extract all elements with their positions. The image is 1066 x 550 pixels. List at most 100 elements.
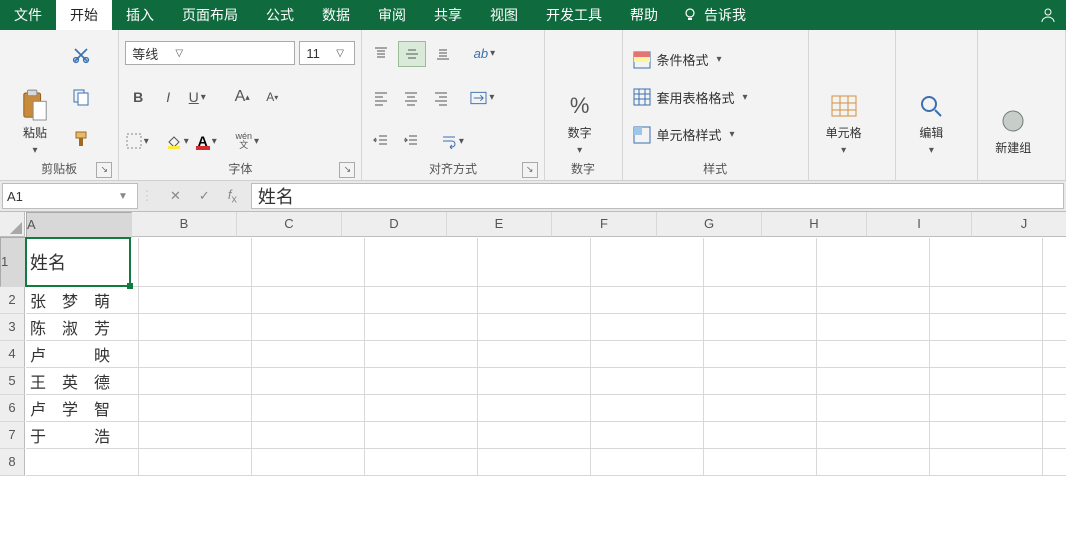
edit-button[interactable]: 编辑 ▾ (902, 34, 960, 160)
cell[interactable] (591, 395, 704, 422)
name-box[interactable]: A1 ▼ (2, 183, 138, 209)
cell[interactable] (704, 341, 817, 368)
cell[interactable] (365, 314, 478, 341)
merge-button[interactable]: ▾ (470, 86, 496, 110)
cell[interactable] (365, 368, 478, 395)
row-header[interactable]: 4 (0, 341, 25, 368)
cell[interactable] (478, 449, 591, 476)
cell[interactable] (139, 395, 252, 422)
cell[interactable] (591, 422, 704, 449)
col-header[interactable]: D (342, 212, 447, 237)
cell[interactable] (1043, 395, 1066, 422)
col-header[interactable]: J (972, 212, 1066, 237)
cells-area[interactable]: 姓名张 梦 萌陈 淑 芳卢 映王 英 德卢 学 智于 浩 (26, 238, 1066, 476)
cell[interactable] (704, 395, 817, 422)
row-header[interactable]: 5 (0, 368, 25, 395)
tab-layout[interactable]: 页面布局 (168, 0, 252, 30)
cell[interactable] (930, 422, 1043, 449)
cell-styles-button[interactable]: 单元格样式▾ (629, 123, 802, 147)
cell[interactable] (252, 238, 365, 287)
cell[interactable] (478, 238, 591, 287)
tab-formula[interactable]: 公式 (252, 0, 308, 30)
cell[interactable] (478, 341, 591, 368)
align-bottom-button[interactable] (430, 42, 456, 66)
tell-me[interactable]: 告诉我 (672, 0, 756, 30)
cell[interactable] (365, 238, 478, 287)
paste-button[interactable]: 粘贴 ▾ (6, 34, 64, 160)
tab-insert[interactable]: 插入 (112, 0, 168, 30)
tab-help[interactable]: 帮助 (616, 0, 672, 30)
cell[interactable] (704, 287, 817, 314)
dialog-launcher-icon[interactable]: ↘ (96, 162, 112, 178)
orientation-button[interactable]: ab▾ (472, 42, 498, 66)
cell[interactable] (1043, 341, 1066, 368)
number-format-button[interactable]: % 数字 ▾ (551, 34, 609, 160)
cell[interactable] (365, 449, 478, 476)
tab-file[interactable]: 文件 (0, 0, 56, 30)
cell[interactable] (704, 314, 817, 341)
tab-view[interactable]: 视图 (476, 0, 532, 30)
font-color-button[interactable]: A▾ (195, 129, 221, 153)
cell[interactable] (817, 341, 930, 368)
cell[interactable] (1043, 238, 1066, 287)
table-format-button[interactable]: 套用表格格式▾ (629, 85, 802, 109)
cell[interactable]: 张 梦 萌 (26, 287, 139, 314)
cell[interactable] (591, 368, 704, 395)
cell[interactable] (139, 287, 252, 314)
cell[interactable] (817, 314, 930, 341)
cell[interactable] (252, 449, 365, 476)
cell[interactable] (252, 314, 365, 341)
format-painter-button[interactable] (68, 127, 94, 151)
accept-icon[interactable]: ✓ (199, 188, 210, 204)
col-header[interactable]: H (762, 212, 867, 237)
cancel-icon[interactable]: ✕ (170, 188, 181, 204)
row-header[interactable]: 3 (0, 314, 25, 341)
cell[interactable] (139, 449, 252, 476)
cell[interactable] (591, 314, 704, 341)
cell[interactable]: 陈 淑 芳 (26, 314, 139, 341)
row-header[interactable]: 1 (0, 237, 26, 287)
col-header[interactable]: C (237, 212, 342, 237)
increase-indent-button[interactable] (398, 129, 424, 153)
cell[interactable] (478, 395, 591, 422)
wrap-text-button[interactable]: ▾ (440, 129, 466, 153)
cell[interactable] (1043, 314, 1066, 341)
decrease-indent-button[interactable] (368, 129, 394, 153)
col-header[interactable]: B (132, 212, 237, 237)
col-header[interactable]: I (867, 212, 972, 237)
cell[interactable] (930, 238, 1043, 287)
cell[interactable]: 姓名 (26, 238, 139, 287)
shrink-font-button[interactable]: A▾ (259, 85, 285, 109)
fx-icon[interactable]: fx (228, 187, 237, 206)
font-size-select[interactable]: 11▽ (299, 41, 355, 65)
cell[interactable]: 于 浩 (26, 422, 139, 449)
cell[interactable] (930, 368, 1043, 395)
cell[interactable] (930, 341, 1043, 368)
align-top-button[interactable] (368, 42, 394, 66)
copy-button[interactable] (68, 85, 94, 109)
cell[interactable] (139, 314, 252, 341)
row-header[interactable]: 7 (0, 422, 25, 449)
cell[interactable] (817, 368, 930, 395)
cell[interactable] (1043, 368, 1066, 395)
align-middle-button[interactable] (398, 41, 426, 67)
cell[interactable] (252, 341, 365, 368)
cell[interactable] (591, 449, 704, 476)
cell[interactable]: 王 英 德 (26, 368, 139, 395)
col-header[interactable]: F (552, 212, 657, 237)
cell[interactable] (704, 422, 817, 449)
cell[interactable] (365, 341, 478, 368)
cell[interactable] (930, 395, 1043, 422)
cell[interactable] (817, 395, 930, 422)
grow-font-button[interactable]: A▴ (229, 85, 255, 109)
cell[interactable] (365, 287, 478, 314)
formula-input[interactable]: 姓名 (251, 183, 1064, 209)
dialog-launcher-icon[interactable]: ↘ (522, 162, 538, 178)
fill-color-button[interactable]: ▾ (165, 129, 191, 153)
cell[interactable] (930, 287, 1043, 314)
cell[interactable] (704, 368, 817, 395)
cell[interactable] (817, 422, 930, 449)
cell[interactable] (252, 395, 365, 422)
dialog-launcher-icon[interactable]: ↘ (339, 162, 355, 178)
conditional-format-button[interactable]: 条件格式▾ (629, 48, 802, 72)
